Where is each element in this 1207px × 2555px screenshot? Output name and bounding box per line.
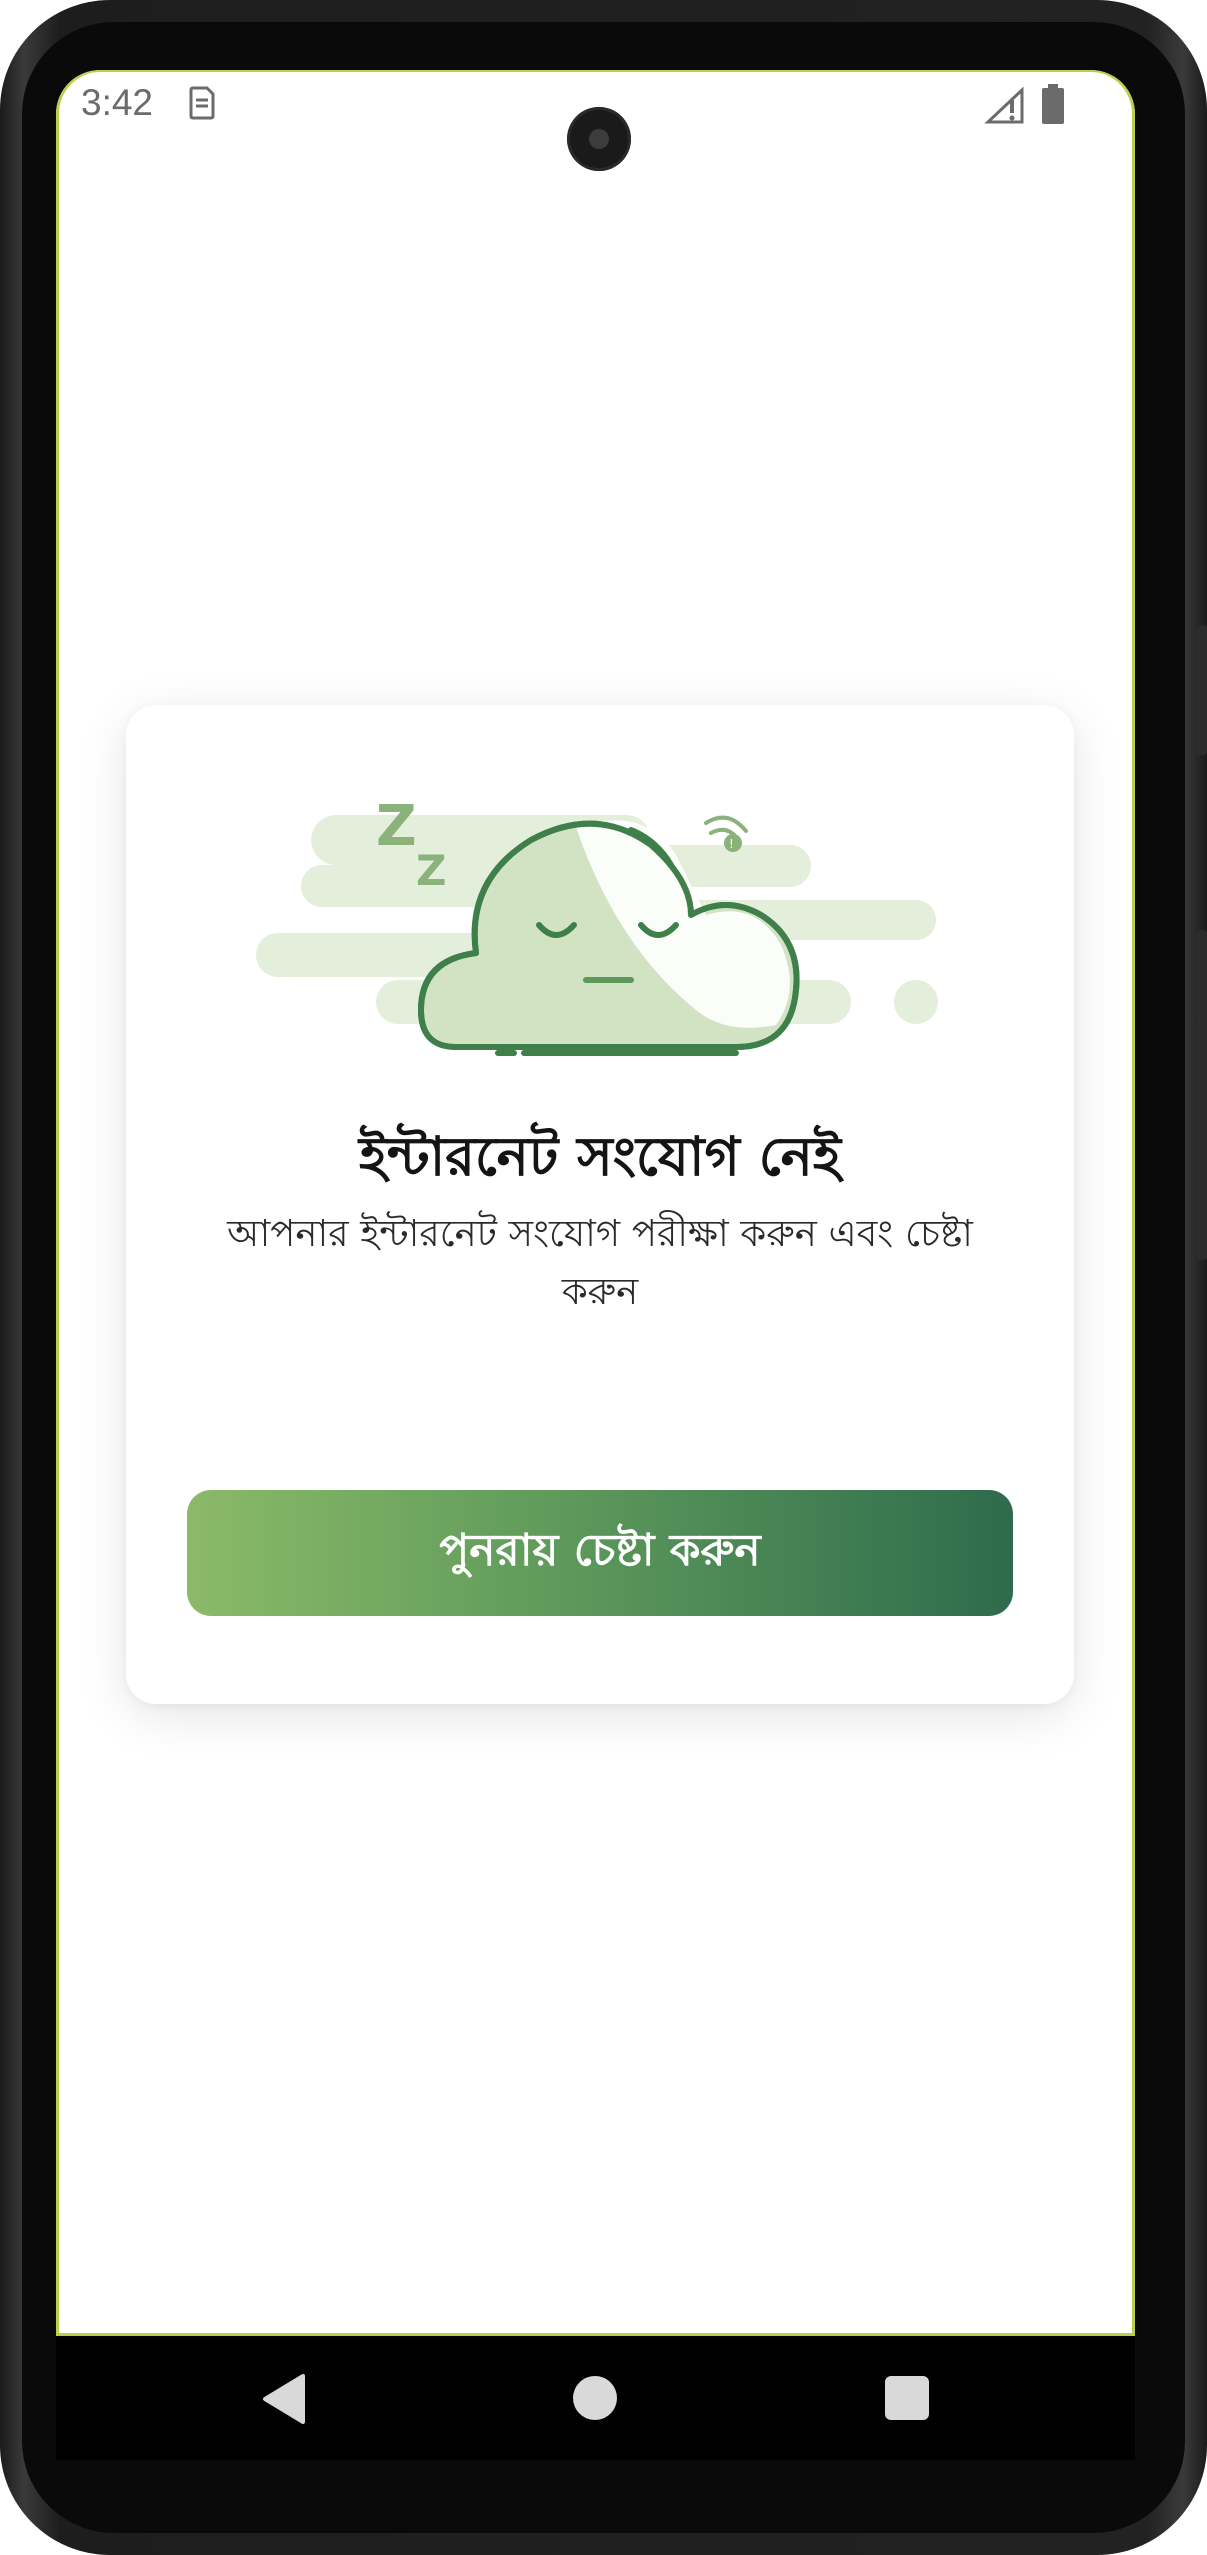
navigation-bar [56, 2336, 1135, 2460]
svg-text:Z: Z [376, 794, 417, 859]
power-button [1197, 625, 1207, 755]
no-internet-title: ইন্টারনেট সংযোগ নেই [359, 1125, 841, 1188]
recents-icon[interactable] [885, 2376, 929, 2420]
sim-card-icon [189, 86, 215, 120]
screen: 3:42 Z Z ! ইন্টারনেট সংযোগ নেই আপনার ইন্… [56, 70, 1135, 2460]
no-internet-card: Z Z ! ইন্টারনেট সংযোগ নেই আপনার ইন্টারনে… [126, 705, 1074, 1704]
status-time: 3:42 [81, 82, 154, 123]
svg-text:Z: Z [416, 846, 446, 895]
no-internet-message: আপনার ইন্টারনেট সংযোগ পরীক্ষা করুন এবং চ… [227, 1212, 973, 1313]
signal-icon [984, 86, 1024, 124]
back-icon[interactable] [261, 2372, 307, 2426]
svg-text:!: ! [729, 837, 734, 851]
front-camera [567, 107, 631, 171]
retry-button-label: পুনরায় চেষ্টা করুন [439, 1524, 761, 1576]
volume-button [1197, 930, 1207, 1260]
battery-icon [1042, 84, 1064, 124]
sleeping-cloud-icon: Z Z ! [256, 794, 938, 1056]
home-icon[interactable] [573, 2376, 617, 2420]
app-content: 3:42 Z Z ! ইন্টারনেট সংযোগ নেই আপনার ইন্… [56, 70, 1135, 2336]
phone-frame: 3:42 Z Z ! ইন্টারনেট সংযোগ নেই আপনার ইন্… [0, 0, 1207, 2555]
retry-button[interactable]: পুনরায় চেষ্টা করুন [187, 1490, 1013, 1616]
